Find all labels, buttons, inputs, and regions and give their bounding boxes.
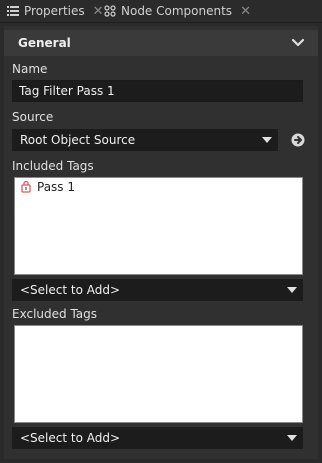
excluded-tags-list[interactable] bbox=[14, 325, 303, 423]
close-icon[interactable]: ✕ bbox=[240, 4, 251, 19]
list-icon bbox=[6, 4, 20, 18]
chevron-down-icon[interactable] bbox=[290, 35, 306, 51]
included-tags-label: Included Tags bbox=[12, 159, 94, 173]
included-tags-add-dropdown[interactable]: <Select to Add> bbox=[12, 279, 303, 301]
dropdown-arrow-icon bbox=[287, 287, 297, 293]
tab-node-components-label: Node Components bbox=[121, 4, 233, 18]
close-icon[interactable]: ✕ bbox=[93, 4, 104, 19]
name-value: Tag Filter Pass 1 bbox=[19, 84, 115, 98]
tab-properties-label: Properties bbox=[24, 4, 85, 18]
section-title: General bbox=[18, 36, 71, 50]
source-value: Root Object Source bbox=[20, 133, 136, 147]
name-label: Name bbox=[12, 62, 48, 76]
components-icon bbox=[103, 4, 117, 18]
tag-icon bbox=[21, 180, 31, 193]
tab-properties[interactable]: Properties ✕ bbox=[6, 0, 104, 22]
dropdown-arrow-icon bbox=[262, 137, 272, 143]
name-field[interactable]: Tag Filter Pass 1 bbox=[12, 80, 303, 102]
refresh-icon[interactable] bbox=[290, 132, 306, 148]
source-dropdown[interactable]: Root Object Source bbox=[12, 129, 278, 151]
tab-node-components[interactable]: Node Components ✕ bbox=[103, 0, 251, 22]
section-general-header[interactable]: General bbox=[4, 30, 318, 56]
properties-panel: General Name Tag Filter Pass 1 Source Ro… bbox=[4, 26, 318, 459]
source-label: Source bbox=[12, 110, 54, 124]
excluded-tags-label: Excluded Tags bbox=[12, 307, 98, 321]
add-label: <Select to Add> bbox=[20, 431, 121, 445]
tab-bar: Properties ✕ Node Components ✕ bbox=[0, 0, 322, 23]
tag-label: Pass 1 bbox=[37, 180, 76, 194]
dropdown-arrow-icon bbox=[287, 435, 297, 441]
list-item[interactable]: Pass 1 bbox=[21, 180, 75, 194]
excluded-tags-add-dropdown[interactable]: <Select to Add> bbox=[12, 427, 303, 449]
add-label: <Select to Add> bbox=[20, 283, 121, 297]
included-tags-list[interactable]: Pass 1 bbox=[14, 177, 303, 275]
